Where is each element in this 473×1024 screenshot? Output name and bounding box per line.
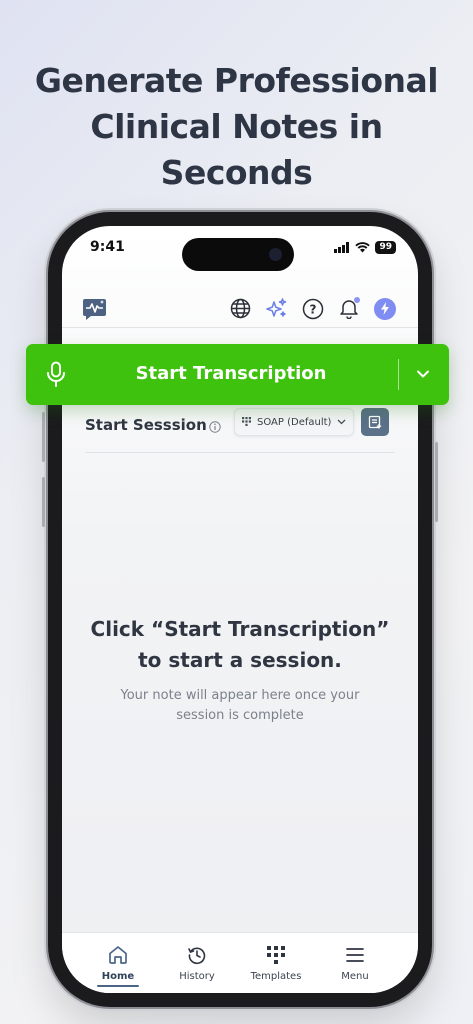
waveform-chat-logo-icon[interactable] [82,298,107,325]
template-select-value: SOAP (Default) [257,416,332,428]
bolt-icon[interactable] [373,297,396,320]
history-icon [188,947,206,965]
help-icon[interactable]: ? [301,297,324,320]
empty-state-subtitle-line-1: Your note will appear here once your [120,688,360,703]
svg-text:?: ? [309,302,316,316]
template-grid-icon [242,417,251,426]
session-title: Start Sesssion [85,416,207,434]
new-note-button[interactable] [361,408,389,436]
dynamic-island [182,238,294,271]
empty-state-title: Click “Start Transcription” to start a s… [62,614,418,676]
wifi-icon [355,242,371,253]
phone-frame: 9:41 99 ? Start Sesssion SOAP (Default) … [42,212,438,1007]
status-bar: 9:41 99 [62,226,418,276]
phone-volume-down-button [42,477,45,527]
session-divider [85,452,395,453]
tab-history-label: History [179,971,215,982]
header-divider [62,327,418,328]
header-actions: ? [229,297,396,320]
status-icons: 99 [334,241,396,254]
home-icon [109,946,127,964]
active-tab-indicator [97,985,139,987]
tab-templates[interactable]: Templates [236,943,316,982]
battery-indicator: 99 [375,241,396,254]
chevron-down-icon [337,419,346,425]
session-toolbar: Start Sesssion SOAP (Default) [85,408,395,444]
start-transcription-button[interactable]: Start Transcription [26,344,449,405]
tab-home-label: Home [101,971,135,982]
start-transcription-label: Start Transcription [135,363,327,384]
sparkles-icon[interactable] [265,297,288,320]
button-separator [398,359,399,390]
note-add-icon [368,415,382,429]
empty-state-title-line-1: Click “Start Transcription” [90,617,390,641]
page-headline: Generate Professional Clinical Notes in … [0,58,473,196]
headline-line-3: Seconds [160,153,313,192]
empty-state-subtitle: Your note will appear here once your ses… [62,686,418,726]
info-icon[interactable] [209,418,221,437]
tab-home[interactable]: Home [78,943,158,987]
tab-menu-label: Menu [341,971,369,982]
phone-volume-up-button [42,412,45,462]
headline-line-2: Clinical Notes in [90,107,383,146]
headline-line-1: Generate Professional [34,61,439,100]
empty-state-title-line-2: to start a session. [138,648,342,672]
phone-screen: 9:41 99 ? Start Sesssion SOAP (Default) … [62,226,418,993]
status-time: 9:41 [90,239,125,255]
tab-templates-label: Templates [250,971,302,982]
signal-icon [334,242,350,253]
app-header: ? [62,286,418,330]
templates-grid-icon [267,946,285,964]
bottom-tab-bar: Home History Templates Menu [62,932,418,993]
globe-icon[interactable] [229,297,252,320]
menu-icon [346,948,364,962]
bell-icon[interactable] [337,297,360,320]
tab-menu[interactable]: Menu [315,943,395,982]
empty-state-subtitle-line-2: session is complete [176,708,304,723]
tab-history[interactable]: History [157,943,237,982]
chevron-down-icon[interactable] [415,366,431,382]
template-select[interactable]: SOAP (Default) [234,408,354,436]
notification-dot [354,297,360,303]
phone-power-button [435,442,438,522]
